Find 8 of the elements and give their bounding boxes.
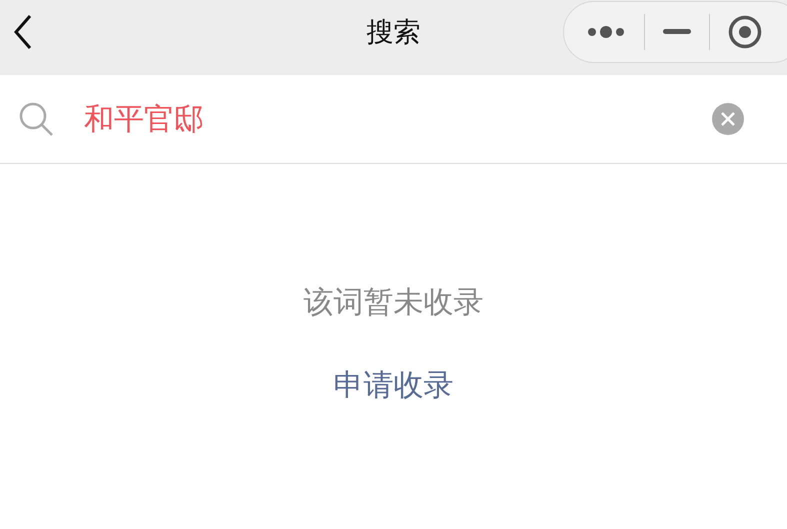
more-icon[interactable] [586, 25, 626, 39]
search-field[interactable]: 和平官邸 [84, 98, 711, 140]
page-title: 搜索 [366, 16, 420, 50]
back-icon[interactable] [13, 14, 33, 50]
search-icon [18, 101, 54, 137]
apply-link[interactable]: 申请收录 [334, 365, 454, 406]
minimize-icon[interactable] [663, 29, 691, 35]
empty-message: 该词暂未收录 [304, 284, 484, 322]
